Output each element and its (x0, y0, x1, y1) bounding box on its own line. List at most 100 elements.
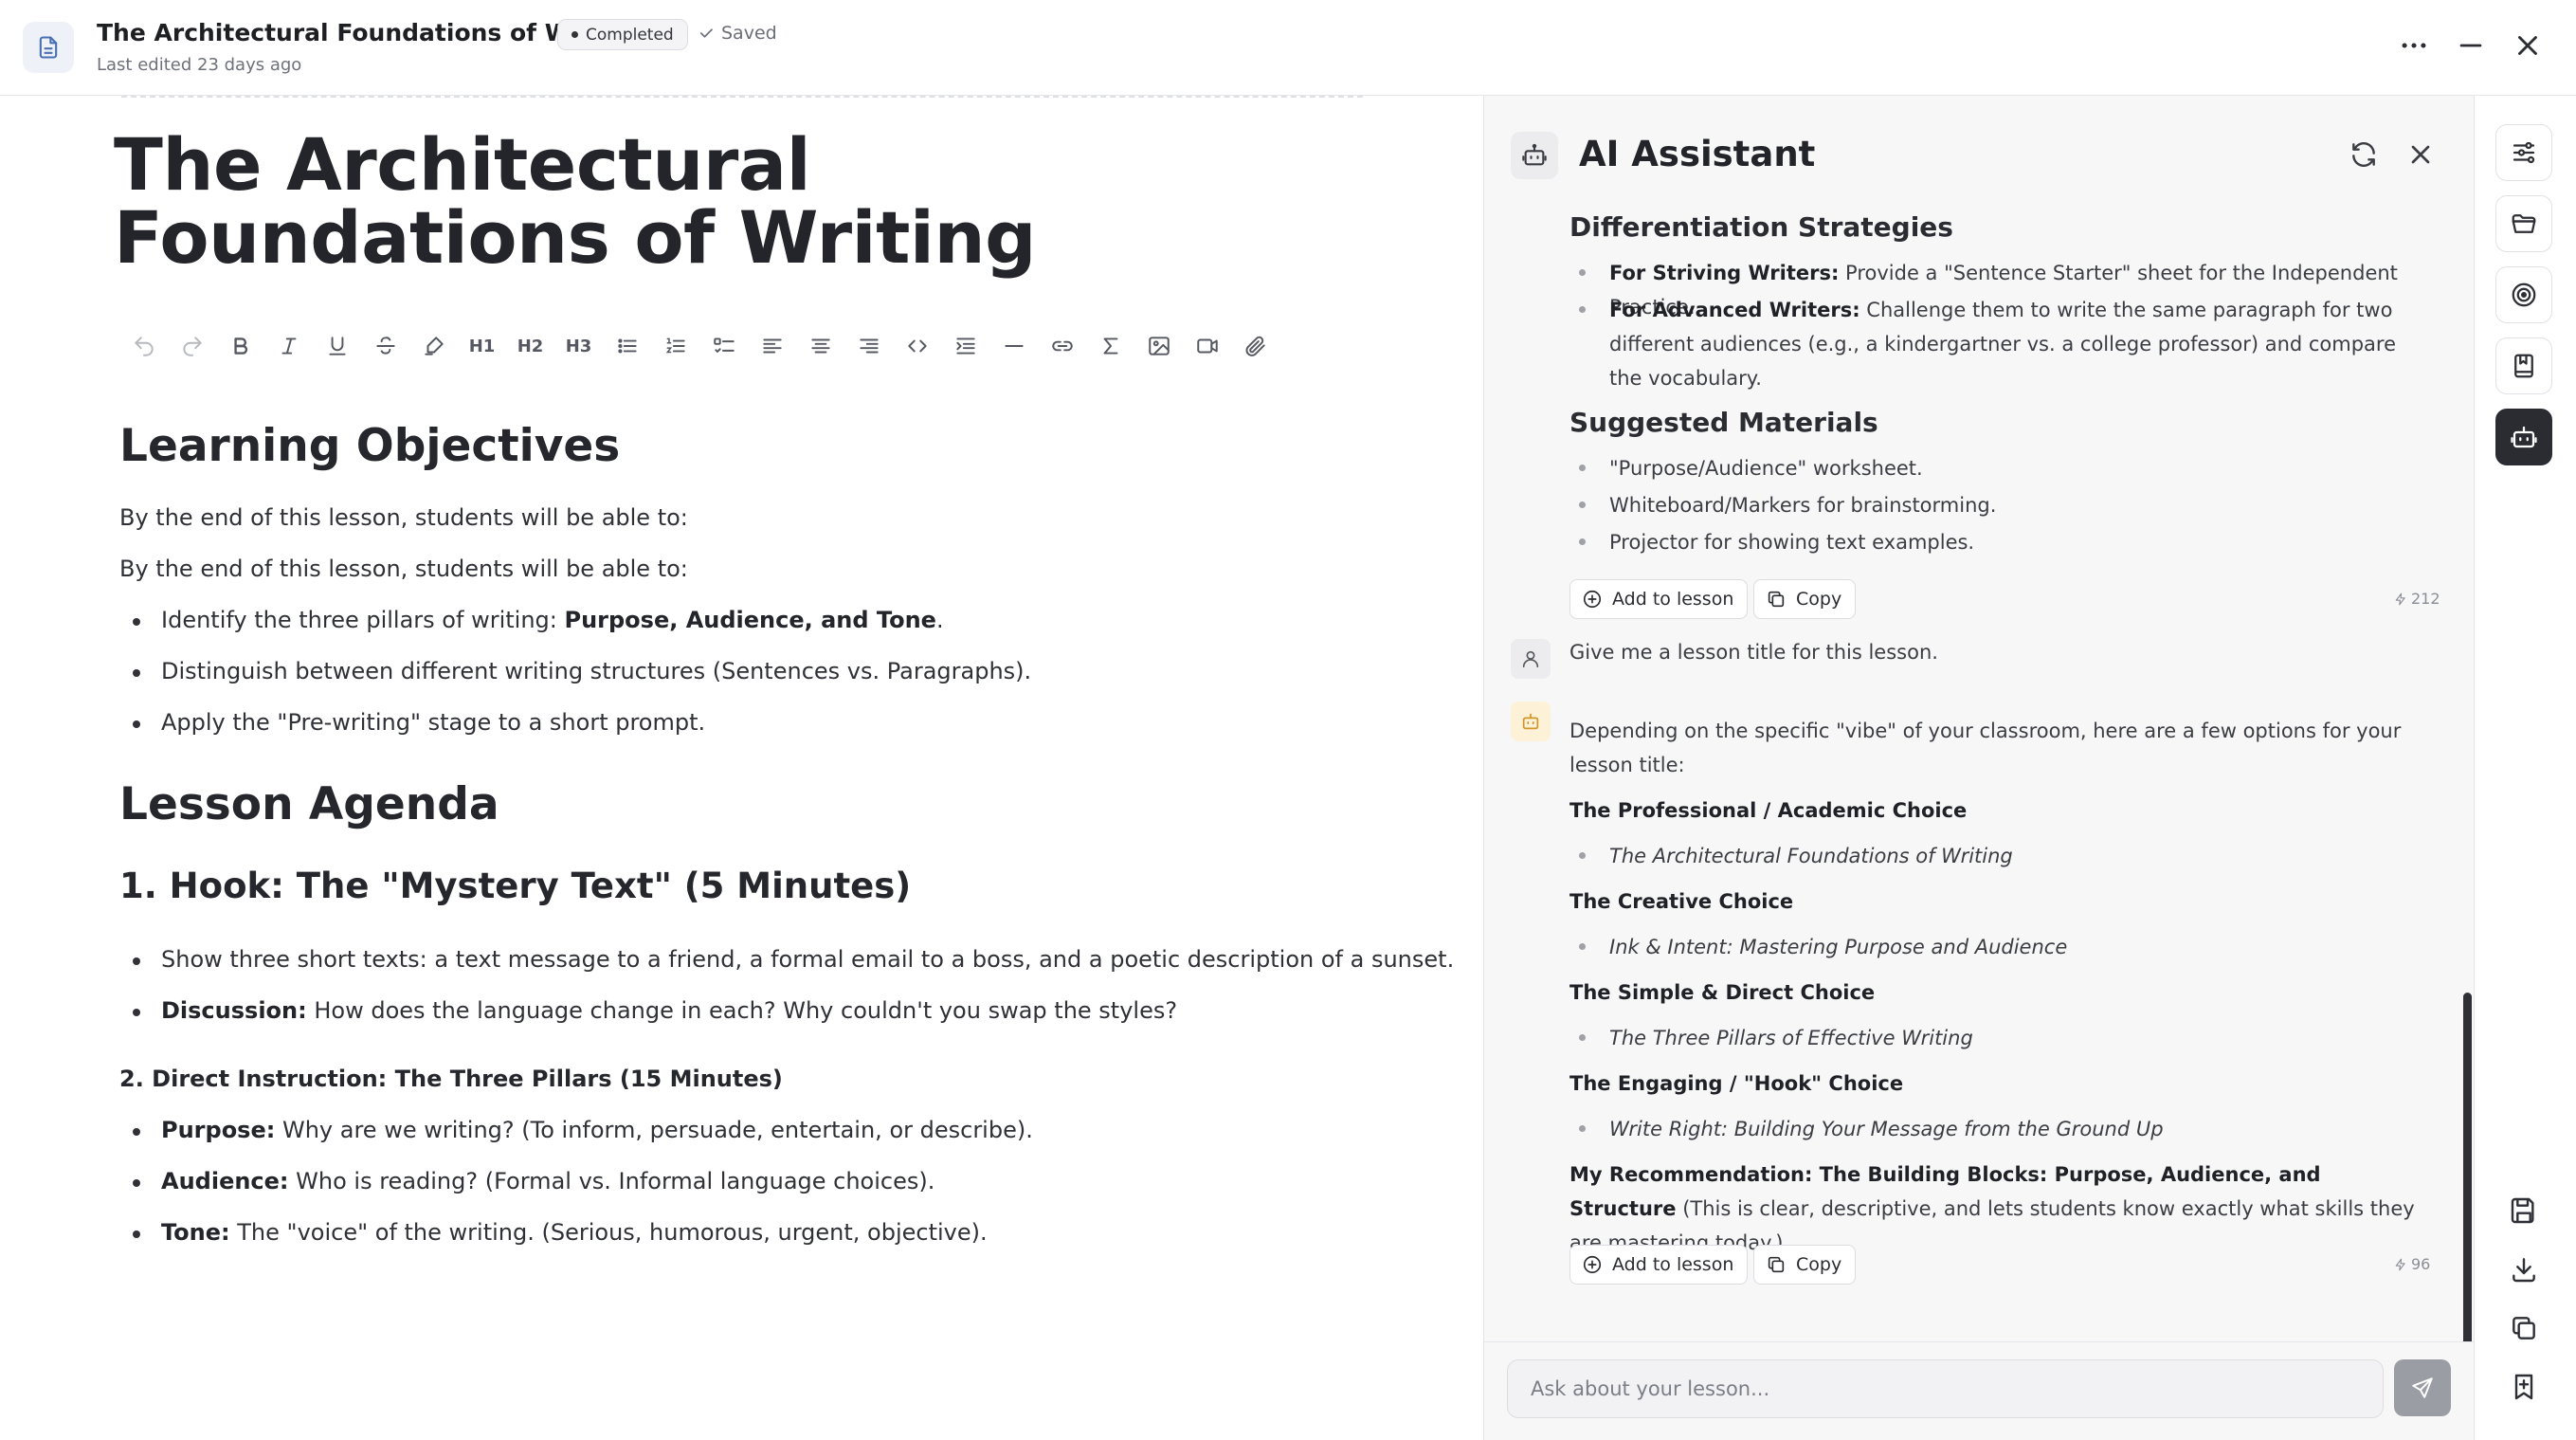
numbered-list-button[interactable] (651, 325, 699, 367)
underline-button[interactable] (313, 325, 361, 367)
list-item: Discussion: How does the language change… (119, 997, 1177, 1024)
list-item: Projector for showing text examples. (1569, 525, 1974, 559)
settings-sliders-button[interactable] (2495, 124, 2552, 181)
objectives-intro: By the end of this lesson, students will… (119, 504, 688, 531)
option-1-label: The Professional / Academic Choice (1569, 799, 1968, 822)
list-item: Tone: The "voice" of the writing. (Serio… (119, 1219, 988, 1246)
highlight-button[interactable] (409, 325, 458, 367)
discussion-bold: Discussion: (161, 997, 307, 1024)
align-left-button[interactable] (748, 325, 796, 367)
objectives-heading: Learning Objectives (119, 420, 621, 472)
bot-avatar (1511, 702, 1551, 741)
check-icon (698, 25, 715, 42)
heading-2-button[interactable]: H2 (506, 325, 554, 367)
refresh-icon[interactable] (2349, 139, 2379, 170)
user-message: Give me a lesson title for this lesson. (1569, 641, 1938, 664)
audience-bold: Audience: (161, 1168, 289, 1194)
align-center-button[interactable] (796, 325, 844, 367)
divider-button[interactable] (989, 325, 1038, 367)
ai-assistant-button[interactable] (2495, 409, 2552, 465)
bullet-list-button[interactable] (603, 325, 651, 367)
page-break-line (121, 96, 1363, 98)
image-button[interactable] (1134, 325, 1183, 367)
spark-icon (2394, 592, 2407, 606)
panel-header: AI Assistant (1484, 96, 2475, 211)
list-item: Ink & Intent: Mastering Purpose and Audi… (1569, 930, 2067, 964)
document-icon (23, 22, 74, 73)
chat-history[interactable]: Differentiation Strategies For Striving … (1484, 211, 2475, 1341)
list-item: The Architectural Foundations of Writing (1569, 839, 2013, 873)
list-item: Show three short texts: a text message t… (119, 946, 1454, 973)
objectives-intro-repeat: By the end of this lesson, students will… (119, 556, 688, 582)
send-icon (2412, 1377, 2433, 1398)
strikethrough-button[interactable] (361, 325, 409, 367)
editor-pane[interactable]: The Architectural Foundations of Writing… (0, 96, 1483, 1440)
send-button[interactable] (2394, 1359, 2451, 1416)
formula-button[interactable] (1086, 325, 1134, 367)
copy-button[interactable]: Copy (1753, 579, 1857, 619)
user-avatar (1511, 639, 1551, 679)
purpose-bold: Purpose: (161, 1117, 276, 1143)
task-list-button[interactable] (699, 325, 748, 367)
ai-assistant-panel: AI Assistant Differentiation Strategies … (1483, 96, 2475, 1440)
resources-button[interactable] (2495, 337, 2552, 394)
attachment-button[interactable] (1231, 325, 1279, 367)
align-right-button[interactable] (844, 325, 893, 367)
chat-input[interactable] (1507, 1359, 2384, 1418)
lesson-title[interactable]: The Architectural Foundations of Writing (114, 128, 1251, 274)
redo-button[interactable] (168, 325, 216, 367)
heading-3-button[interactable]: H3 (554, 325, 603, 367)
list-item: Apply the "Pre-writing" stage to a short… (119, 709, 705, 736)
heading-3-label: H3 (565, 336, 592, 356)
undo-button[interactable] (119, 325, 168, 367)
add-to-lesson-button[interactable]: Add to lesson (1569, 579, 1749, 619)
files-button[interactable] (2495, 195, 2552, 252)
status-dot (571, 31, 578, 38)
right-tool-rail (2474, 96, 2576, 1440)
objectives-button[interactable] (2495, 266, 2552, 323)
add-to-lesson-label: Add to lesson (1612, 1254, 1734, 1275)
materials-heading: Suggested Materials (1569, 407, 1878, 438)
audience-text: Who is reading? (Formal vs. Informal lan… (288, 1168, 935, 1194)
list-item: The Three Pillars of Effective Writing (1569, 1021, 1973, 1055)
link-button[interactable] (1038, 325, 1086, 367)
more-options-icon[interactable] (2398, 29, 2430, 62)
video-button[interactable] (1183, 325, 1231, 367)
plus-circle-icon (1582, 589, 1603, 610)
tone-bold: Tone: (161, 1219, 230, 1246)
add-to-lesson-button[interactable]: Add to lesson (1569, 1245, 1749, 1285)
discussion-text: How does the language change in each? Wh… (306, 997, 1178, 1024)
italic-button[interactable] (264, 325, 313, 367)
indent-button[interactable] (941, 325, 989, 367)
list-item: Distinguish between different writing st… (119, 658, 1031, 684)
copy-button[interactable]: Copy (1753, 1245, 1857, 1285)
code-button[interactable] (893, 325, 941, 367)
spark-icon (2394, 1258, 2407, 1271)
token-value: 96 (2411, 1255, 2431, 1273)
heading-1-label: H1 (468, 336, 496, 356)
minimize-icon[interactable] (2455, 29, 2487, 62)
heading-1-button[interactable]: H1 (458, 325, 506, 367)
duplicate-icon[interactable] (2509, 1313, 2539, 1343)
objective-1-end: . (935, 607, 944, 633)
list-item: Purpose: Why are we writing? (To inform,… (119, 1117, 1033, 1143)
list-item: "Purpose/Audience" worksheet. (1569, 451, 1923, 485)
saved-label: Saved (721, 23, 777, 44)
close-panel-icon[interactable] (2405, 139, 2436, 170)
add-to-lesson-label: Add to lesson (1612, 589, 1734, 610)
list-item: Identify the three pillars of writing: P… (119, 607, 944, 633)
token-count: 212 (2394, 590, 2440, 608)
folder-icon (2512, 214, 2536, 233)
list-item: Write Right: Building Your Message from … (1569, 1112, 2164, 1146)
book-icon (2514, 354, 2533, 378)
save-icon[interactable] (2509, 1195, 2539, 1226)
bold-button[interactable] (216, 325, 264, 367)
bookmark-add-icon[interactable] (2509, 1372, 2539, 1402)
advanced-bold: For Advanced Writers: (1609, 299, 1860, 321)
option-2-label: The Creative Choice (1569, 890, 1794, 913)
bot-icon (2511, 426, 2537, 448)
close-window-icon[interactable] (2512, 29, 2544, 62)
download-icon[interactable] (2509, 1254, 2539, 1285)
heading-2-label: H2 (517, 336, 544, 356)
sliders-icon (2513, 141, 2535, 164)
